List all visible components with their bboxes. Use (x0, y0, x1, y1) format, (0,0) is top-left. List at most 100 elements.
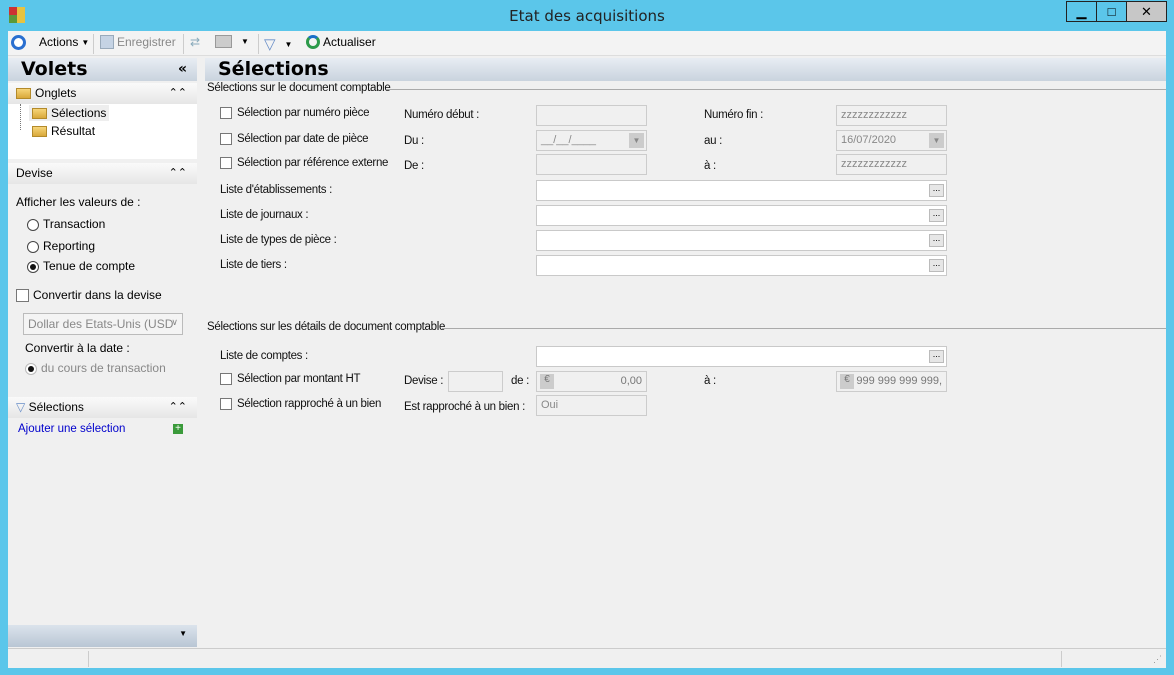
checkbox-label: Sélection par date de pièce (237, 133, 369, 145)
minimize-button[interactable]: ▁ (1066, 1, 1097, 22)
radio-transaction[interactable]: Transaction (27, 217, 105, 231)
chevron-up-icon[interactable]: ⌃⌃ (169, 163, 187, 184)
devise-input[interactable] (448, 371, 503, 392)
checkbox-montant-ht[interactable]: Sélection par montant HT (220, 373, 361, 385)
radio-reporting[interactable]: Reporting (27, 239, 95, 253)
numero-debut-input[interactable] (536, 105, 647, 126)
ellipsis-button[interactable]: ... (929, 184, 944, 197)
filter-button[interactable]: ▽ ▼ (264, 35, 292, 53)
actions-menu[interactable]: Actions ▼ (39, 35, 89, 49)
field-label: au : (704, 135, 722, 147)
chevron-down-icon[interactable]: ▼ (929, 133, 944, 148)
selections-group-header[interactable]: ▽ Sélections ⌃⌃ (8, 397, 197, 418)
amount-from-input[interactable]: €0,00 (536, 371, 647, 392)
home-icon[interactable] (11, 35, 26, 50)
ellipsis-button[interactable]: ... (929, 209, 944, 222)
checkbox-label: Sélection rapproché à un bien (237, 398, 382, 410)
panes-title: Volets (21, 58, 88, 80)
tree-item-resultat[interactable]: Résultat (29, 123, 98, 139)
open-folder-icon (32, 108, 47, 120)
chevron-up-icon[interactable]: ⌃⌃ (169, 83, 187, 104)
list-label: Liste de comptes : (220, 350, 308, 362)
add-icon[interactable]: + (173, 424, 183, 434)
section-details-title: Sélections sur les détails de document c… (207, 321, 446, 333)
date-from-value: __/__/____ (541, 134, 597, 146)
print-button[interactable]: ▼ (215, 35, 249, 48)
chevron-down-icon[interactable]: ▼ (179, 629, 187, 638)
comptes-input[interactable]: ... (536, 346, 947, 367)
euro-icon: € (840, 374, 854, 389)
chevron-up-icon[interactable]: ⌃⌃ (169, 397, 187, 418)
amount-to-input[interactable]: €999 999 999 999, (836, 371, 947, 392)
field-label: à : (704, 375, 716, 387)
add-selection-link[interactable]: Ajouter une sélection (18, 423, 125, 435)
window-title: Etat des acquisitions (509, 7, 665, 25)
ellipsis-button[interactable]: ... (929, 350, 944, 363)
types-piece-input[interactable]: ... (536, 230, 947, 251)
convert-checkbox[interactable]: Convertir dans la devise (16, 288, 162, 302)
currency-select[interactable]: Dollar des Etats-Unis (USD ∨ (23, 313, 183, 335)
list-label: Liste d'établissements : (220, 184, 332, 196)
checkbox-label: Sélection par numéro pièce (237, 107, 370, 119)
euro-icon: € (540, 374, 554, 389)
checkbox-label: Sélection par référence externe (237, 157, 389, 169)
list-label: Liste de journaux : (220, 209, 309, 221)
close-button[interactable]: ✕ (1126, 1, 1167, 22)
ellipsis-button[interactable]: ... (929, 234, 944, 247)
refresh-button[interactable]: Actualiser (306, 35, 376, 49)
currency-group-title: Devise (16, 166, 53, 180)
journaux-input[interactable]: ... (536, 205, 947, 226)
numero-fin-input[interactable]: zzzzzzzzzzzz (836, 105, 947, 126)
reference-to-input[interactable]: zzzzzzzzzzzz (836, 154, 947, 175)
reference-from-input[interactable] (536, 154, 647, 175)
refresh-label: Actualiser (323, 35, 376, 49)
rapproche-bien-select[interactable]: Oui (536, 395, 647, 416)
checkbox-label: Sélection par montant HT (237, 373, 361, 385)
field-label: de : (511, 375, 529, 387)
save-label: Enregistrer (117, 35, 176, 49)
amount-to-value: 999 999 999 999, (856, 375, 942, 387)
tiers-input[interactable]: ... (536, 255, 947, 276)
radio-label: du cours de transaction (41, 361, 166, 375)
tabs-group-header[interactable]: Onglets ⌃⌃ (8, 83, 197, 104)
radio-label: Tenue de compte (43, 259, 136, 273)
date-to-input[interactable]: 16/07/2020 ▼ (836, 130, 947, 151)
currency-group-header[interactable]: Devise ⌃⌃ (8, 163, 197, 184)
folder-icon (32, 126, 47, 138)
field-label: Devise : (404, 375, 444, 387)
ellipsis-button[interactable]: ... (929, 259, 944, 272)
radio-rate[interactable]: du cours de transaction (25, 361, 166, 375)
chevron-down-icon[interactable]: ▼ (629, 133, 644, 148)
tree-item-selections[interactable]: Sélections (29, 105, 110, 121)
date-from-input[interactable]: __/__/____ ▼ (536, 130, 647, 151)
checkbox-numero-piece[interactable]: Sélection par numéro pièce (220, 107, 370, 119)
print-icon (215, 35, 232, 48)
main-panel: Sélections Sélections sur le document co… (205, 58, 1166, 648)
etablissements-input[interactable]: ... (536, 180, 947, 201)
title-bar: Etat des acquisitions ▁ □ ✕ (0, 0, 1174, 31)
tree-item-label: Sélections (51, 106, 107, 120)
checkbox-date-piece[interactable]: Sélection par date de pièce (220, 133, 369, 145)
convert-label: Convertir dans la devise (33, 288, 162, 302)
sync-icon[interactable]: ⇄ (190, 35, 200, 49)
radio-tenue-de-compte[interactable]: Tenue de compte (27, 259, 135, 273)
checkbox-rapproche-bien[interactable]: Sélection rapproché à un bien (220, 398, 381, 410)
field-label: Numéro début : (404, 109, 480, 121)
field-label: à : (704, 160, 716, 172)
left-pane: Volets « Onglets ⌃⌃ Sélections Résultat De… (8, 58, 197, 648)
collapse-panes-button[interactable]: « (178, 58, 187, 81)
field-label: Est rapproché à un bien : (404, 401, 525, 413)
checkbox-reference-externe[interactable]: Sélection par référence externe (220, 157, 388, 169)
maximize-button[interactable]: □ (1096, 1, 1127, 22)
list-label: Liste de types de pièce : (220, 234, 337, 246)
resize-grip-icon[interactable]: ⋰ (1153, 654, 1162, 665)
folder-icon (16, 88, 31, 100)
currency-value: Dollar des Etats-Unis (USD (28, 317, 174, 331)
save-button[interactable]: Enregistrer (100, 35, 176, 49)
amount-from-value: 0,00 (620, 375, 642, 387)
tabs-tree: Sélections Résultat (8, 104, 197, 159)
radio-label: Reporting (43, 239, 96, 253)
date-to-value: 16/07/2020 (841, 134, 897, 146)
filter-icon: ▽ (264, 36, 276, 53)
field-label: Numéro fin : (704, 109, 764, 121)
